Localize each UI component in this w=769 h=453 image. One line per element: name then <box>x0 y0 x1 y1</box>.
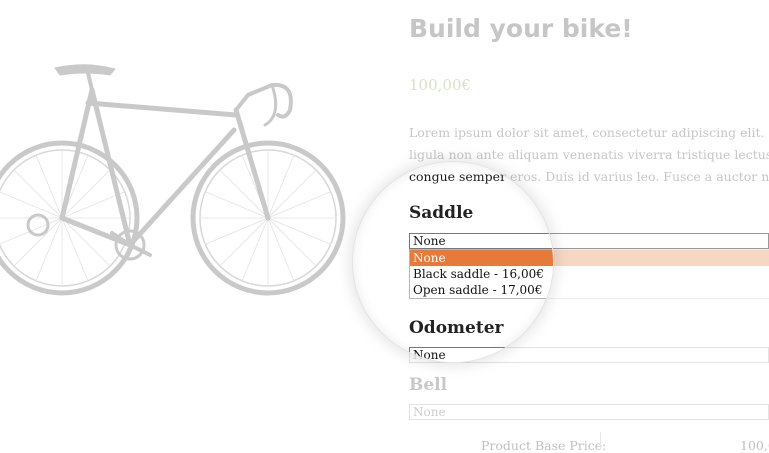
magnifier-lens: Lorem ipsum dolor sit amet, consectetur … <box>353 162 553 362</box>
odometer-label: Odometer <box>409 318 504 338</box>
bell-label: Bell <box>409 375 448 395</box>
product-description: Lorem ipsum dolor sit amet, consectetur … <box>409 162 553 188</box>
saddle-label: Saddle <box>409 203 474 223</box>
footer-divider <box>600 432 601 450</box>
saddle-option-black[interactable]: Black saddle - 16,00€ <box>410 266 553 282</box>
saddle-option-none[interactable]: None <box>410 250 553 266</box>
base-price-label: Product Base Price: <box>481 438 607 453</box>
product-title: Build your bike! <box>409 14 633 43</box>
description-line: Lorem ipsum dolor sit amet, consectetur … <box>409 125 769 140</box>
product-price: 100,00€ <box>409 76 472 94</box>
odometer-select[interactable]: None <box>409 347 553 362</box>
saddle-dropdown: None Black saddle - 16,00€ Open saddle -… <box>409 249 553 299</box>
bell-select[interactable]: None <box>409 404 769 420</box>
magnified-content: Lorem ipsum dolor sit amet, consectetur … <box>353 162 553 362</box>
bicycle-image <box>0 64 346 296</box>
saddle-select[interactable]: None <box>409 233 553 249</box>
description-line: congue semper eros. Duis id varius leo. … <box>409 169 553 184</box>
product-page: Build your bike! 100,00€ Lorem ipsum dol… <box>0 0 769 453</box>
base-price-value: 100,0 <box>740 438 769 453</box>
saddle-option-open[interactable]: Open saddle - 17,00€ <box>410 282 553 298</box>
